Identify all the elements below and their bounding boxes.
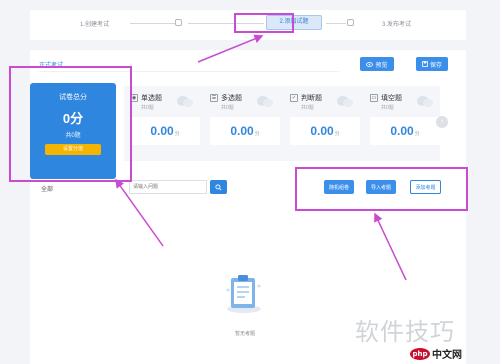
type-score-box: 0.00分 xyxy=(210,117,280,145)
type-score-unit: 分 xyxy=(414,131,420,137)
empty-state-text: 暂无考题 xyxy=(234,331,255,337)
highlight-total-box xyxy=(9,66,132,182)
preview-label: 预览 xyxy=(375,62,388,69)
checkbox-icon: ☰ xyxy=(210,94,218,102)
search-button[interactable] xyxy=(210,180,227,194)
highlight-step-box xyxy=(234,13,294,33)
fill-icon: ▭ xyxy=(370,94,378,102)
type-score-box: 0.00分 xyxy=(130,117,200,145)
save-button[interactable]: 保存 xyxy=(416,57,448,71)
step-publish-icon xyxy=(347,19,354,26)
chat-bubble-icon xyxy=(257,96,273,107)
type-score-box: 0.00分 xyxy=(290,117,360,145)
type-score-unit: 分 xyxy=(334,131,340,137)
step-create-exam[interactable]: 1.创建考试 xyxy=(80,19,109,28)
step-divider xyxy=(326,23,346,24)
save-label: 保存 xyxy=(429,62,442,69)
type-label: 填空题 xyxy=(381,95,402,102)
floppy-icon xyxy=(422,61,428,67)
search-input[interactable] xyxy=(129,180,207,194)
type-score-unit: 分 xyxy=(174,131,180,137)
type-card-single[interactable]: ◉ 单选题 共0题 0.00分 xyxy=(130,93,202,155)
chat-bubble-icon xyxy=(337,96,353,107)
watermark-logo: php 中文网 xyxy=(410,346,462,361)
watermark-text: 软件技巧 xyxy=(355,318,455,346)
type-card-judge[interactable]: ✓ 判断题 共0题 0.00分 xyxy=(290,93,362,155)
type-score: 0.00 xyxy=(150,124,174,138)
type-score-box: 0.00分 xyxy=(370,117,440,145)
question-type-strip: ◉ 单选题 共0题 0.00分 ☰ 多选题 共0题 0.00分 ✓ 判断题 共0… xyxy=(124,86,440,161)
clipboard-icon xyxy=(226,275,261,313)
chat-bubble-icon xyxy=(177,96,193,107)
chat-bubble-icon xyxy=(417,96,433,107)
type-score: 0.00 xyxy=(390,124,414,138)
watermark-logo-text: 中文网 xyxy=(432,350,462,361)
type-label: 判断题 xyxy=(301,95,322,102)
highlight-actions-box xyxy=(295,167,468,211)
eye-icon xyxy=(366,61,374,67)
judge-icon: ✓ xyxy=(290,94,298,102)
type-label: 多选题 xyxy=(221,95,242,102)
type-label: 单选题 xyxy=(141,95,162,102)
search-icon xyxy=(215,183,222,190)
type-score-unit: 分 xyxy=(254,131,260,137)
preview-button[interactable]: 预览 xyxy=(360,57,394,71)
type-score: 0.00 xyxy=(230,124,254,138)
type-card-multiple[interactable]: ☰ 多选题 共0题 0.00分 xyxy=(210,93,282,155)
type-score: 0.00 xyxy=(310,124,334,138)
step-divider xyxy=(130,23,176,24)
type-card-fill[interactable]: ▭ 填空题 共0题 0.00分 xyxy=(370,93,442,155)
chevron-right-icon[interactable]: › xyxy=(436,116,448,128)
step-check-icon xyxy=(175,19,182,26)
php-logo-icon: php xyxy=(410,347,430,360)
filter-all-label[interactable]: 全部 xyxy=(41,184,53,193)
step-publish-exam[interactable]: 3.发布考试 xyxy=(382,19,411,28)
